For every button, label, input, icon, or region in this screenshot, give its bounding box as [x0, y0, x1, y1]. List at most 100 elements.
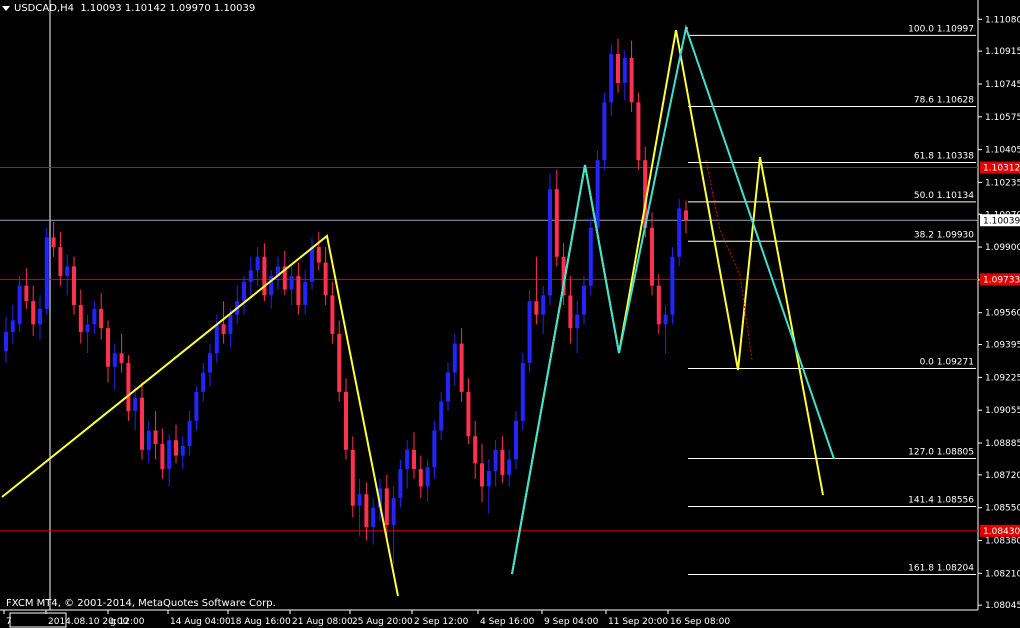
candle-body	[575, 314, 580, 329]
fib-level-label: 0.0 1.09271	[920, 358, 974, 368]
candle-body	[459, 343, 464, 392]
candle-body	[92, 308, 97, 325]
candle-body	[534, 301, 539, 315]
x-tick-label: 9 Sep 04:00	[544, 617, 599, 627]
candle-body	[106, 328, 110, 367]
candle-body	[554, 189, 559, 257]
y-tick-label: 1.08380	[985, 537, 1020, 547]
price-label-text: 1.09733	[983, 275, 1020, 285]
x-tick-label: 7	[6, 617, 12, 627]
y-tick-label: 1.08885	[985, 439, 1020, 449]
candle-body	[24, 285, 29, 302]
candle-body	[486, 471, 491, 487]
candle-body	[684, 210, 688, 221]
copyright-text: FXCM MT4, © 2001-2014, MetaQuotes Softwa…	[6, 598, 276, 609]
pattern-line-yellow	[511, 29, 824, 575]
candle-body	[364, 494, 369, 527]
candle-body	[330, 295, 335, 334]
candle-body	[350, 449, 355, 506]
y-tick-label: 1.08550	[985, 504, 1020, 514]
candle-body	[167, 440, 172, 470]
y-tick-label: 1.10915	[985, 47, 1020, 57]
candle-body	[588, 227, 593, 286]
candle-body	[242, 281, 246, 302]
candle-body	[663, 314, 668, 325]
candle-body	[480, 463, 484, 487]
x-tick-label: 25 Aug 20:00	[352, 617, 413, 627]
y-tick-label: 1.10235	[985, 178, 1020, 188]
candle-body	[78, 305, 83, 333]
y-tick-label: 1.08210	[985, 569, 1020, 579]
candle-body	[405, 449, 410, 470]
candle-body	[248, 270, 253, 282]
price-label-text: 1.10039	[983, 216, 1020, 226]
x-tick-label: 21 Aug 08:00	[292, 617, 353, 627]
candle-body	[51, 237, 56, 248]
candle-body	[31, 301, 36, 325]
candle-body	[446, 372, 450, 402]
candle-body	[473, 436, 478, 464]
candle-body	[500, 449, 505, 475]
candle-body	[296, 276, 301, 305]
x-tick-label: 11 Sep 20:00	[608, 617, 668, 627]
candle-body	[384, 488, 389, 526]
candle-body	[228, 314, 233, 334]
candle-body	[432, 430, 437, 468]
candle-body	[133, 397, 138, 412]
candle-body	[452, 343, 457, 373]
candle-body	[119, 353, 124, 363]
candle-body	[323, 262, 328, 296]
candle-body	[418, 469, 423, 487]
candle-body	[541, 295, 546, 315]
candle-body	[303, 281, 308, 305]
fib-level-label: 127.0 1.08805	[908, 447, 974, 457]
candle-body	[112, 353, 117, 367]
candle-body	[194, 391, 199, 421]
y-tick-label: 1.10745	[985, 80, 1020, 90]
candle-body	[180, 445, 185, 456]
y-tick-label: 1.10405	[985, 146, 1020, 156]
candle-body	[316, 247, 321, 263]
candle-body	[289, 276, 294, 290]
candle-body	[595, 160, 600, 228]
candle-body	[677, 208, 682, 257]
candle-body	[514, 420, 518, 460]
candle-body	[527, 301, 532, 363]
x-tick-label: 16 Sep 08:00	[670, 617, 730, 627]
candle-body	[507, 459, 512, 475]
candle-body	[10, 320, 15, 333]
x-tick-label: 14 Aug 04:00	[170, 617, 231, 627]
fib-level-label: 100.0 1.10997	[908, 24, 974, 34]
candle-body	[371, 507, 376, 527]
candle-body	[425, 467, 430, 487]
fib-level-label: 78.6 1.10628	[914, 96, 974, 106]
fib-level-label: 50.0 1.10134	[914, 191, 974, 201]
candle-body	[17, 285, 22, 325]
candle-body	[622, 57, 627, 84]
dotted-trend-line	[705, 159, 753, 361]
candle-body	[208, 353, 212, 373]
candle-body	[44, 237, 49, 309]
candle-body	[255, 256, 260, 271]
candle-body	[582, 285, 586, 315]
candle-body	[262, 256, 267, 296]
fib-level-label: 141.4 1.08556	[908, 496, 974, 506]
candle-body	[85, 324, 90, 333]
price-chart[interactable]: 1.11080 1.10915 1.10745 1.10575 1.10405 1.102…	[0, 0, 1020, 628]
candle-body	[99, 308, 104, 329]
candle-body	[38, 308, 42, 325]
candle-body	[520, 362, 525, 421]
price-label-text: 1.08430	[983, 527, 1020, 537]
y-tick-label: 1.09900	[985, 243, 1020, 253]
y-tick-label: 1.10575	[985, 113, 1020, 123]
x-tick-label: 2 Sep 12:00	[414, 617, 469, 627]
candle-body	[160, 443, 165, 470]
x-tick-label: 18 Aug 16:00	[230, 617, 291, 627]
candle-body	[72, 266, 76, 305]
fib-level-label: 38.2 1.09930	[914, 230, 974, 240]
candle-body	[4, 332, 8, 352]
candle-body	[493, 449, 498, 472]
y-tick-label: 1.08045	[985, 601, 1020, 611]
fib-level-label: 61.8 1.10338	[914, 152, 974, 162]
candle-body	[146, 430, 151, 450]
